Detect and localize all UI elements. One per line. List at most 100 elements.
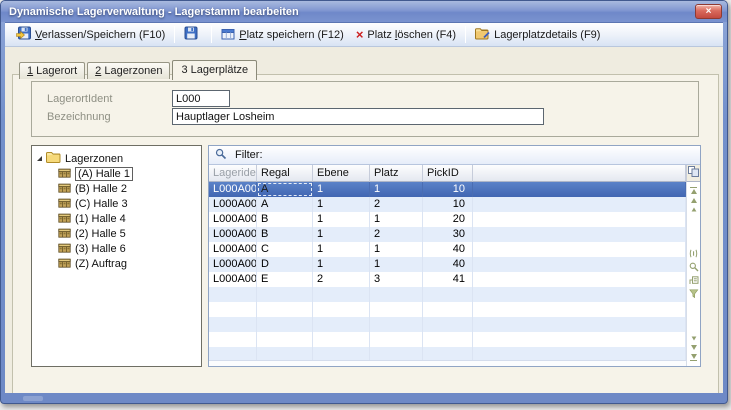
grid-filter-bar[interactable]: Filter:	[209, 146, 700, 165]
grid-cell[interactable]: 1	[313, 257, 370, 272]
column-header-ebene[interactable]: Ebene	[313, 165, 370, 182]
grid-cell[interactable]: A	[257, 197, 313, 212]
tree-item[interactable]: (3) Halle 6	[58, 241, 201, 256]
column-chooser-button[interactable]	[686, 165, 700, 182]
grid-cell	[209, 332, 257, 347]
first-record-icon[interactable]	[690, 186, 697, 194]
tab-lagerzonen[interactable]: 2 Lagerzonen	[87, 62, 170, 79]
resize-grip[interactable]	[23, 396, 43, 401]
toolbar-separator	[465, 26, 466, 43]
grid-cell[interactable]: 10	[423, 182, 473, 197]
grid-cell[interactable]: B	[257, 227, 313, 242]
grid-cell-filler	[473, 317, 686, 332]
tree-root-label: Lagerzonen	[65, 153, 123, 165]
tree-item[interactable]: (2) Halle 5	[58, 226, 201, 241]
grid-cell[interactable]: 2	[370, 227, 423, 242]
grid-cell[interactable]: 1	[313, 227, 370, 242]
tree-item-label: (1) Halle 4	[75, 213, 126, 225]
grid-cell[interactable]: 2	[370, 197, 423, 212]
grid-cell[interactable]: 1	[313, 242, 370, 257]
grid-row[interactable]: L000A001A1110	[209, 182, 686, 197]
grid-cell[interactable]: 1	[370, 212, 423, 227]
search-record-icon[interactable]	[689, 262, 699, 272]
grid-cell[interactable]: L000A006	[209, 257, 257, 272]
tab-lagerort[interactable]: 1 Lagerort	[19, 62, 85, 79]
grid-cell[interactable]: 41	[423, 272, 473, 287]
bookmark-icon[interactable]	[689, 276, 699, 285]
grid-cell[interactable]: E	[257, 272, 313, 287]
bezeichnung-field[interactable]	[172, 108, 544, 125]
next-page-icon[interactable]	[691, 345, 697, 350]
grid-cell[interactable]: 1	[370, 242, 423, 257]
grid-row[interactable]: L000A006D1140	[209, 257, 686, 272]
grid-cell[interactable]: B	[257, 212, 313, 227]
place-save-button[interactable]: Platz speichern (F12)	[215, 25, 350, 45]
tree-item[interactable]: (B) Halle 2	[58, 181, 201, 196]
column-header-platz[interactable]: Platz	[370, 165, 423, 182]
grid-cell[interactable]: D	[257, 257, 313, 272]
grid-cell[interactable]: L000A001	[209, 182, 257, 197]
filter-icon[interactable]	[689, 289, 699, 299]
next-record-icon[interactable]	[691, 336, 697, 341]
column-header-pickid[interactable]: PickID	[423, 165, 473, 182]
place-details-button[interactable]: Lagerplatzdetails (F9)	[469, 25, 606, 45]
grid-cell[interactable]: 1	[313, 182, 370, 197]
grid-cell[interactable]: 1	[370, 257, 423, 272]
column-header-filler	[473, 165, 686, 182]
exit-save-icon	[16, 26, 31, 43]
place-delete-button[interactable]: × Platz löschen (F4)	[350, 27, 462, 43]
grid-cell[interactable]: 1	[370, 182, 423, 197]
grid-cell[interactable]: C	[257, 242, 313, 257]
tab-lagerplaetze[interactable]: 3 Lagerplätze	[172, 60, 257, 80]
insert-record-icon[interactable]	[689, 249, 698, 258]
horizontal-scrollbar[interactable]	[209, 360, 686, 366]
grid-cell[interactable]: A	[257, 182, 313, 197]
grid-cell[interactable]: 3	[370, 272, 423, 287]
window-title: Dynamische Lagerverwaltung - Lagerstamm …	[9, 6, 299, 18]
grid-cell[interactable]: 10	[423, 197, 473, 212]
tree-item-label: (C) Halle 3	[75, 198, 128, 210]
save-button[interactable]	[178, 24, 208, 45]
tree-item[interactable]: (C) Halle 3	[58, 196, 201, 211]
column-header-lagerident[interactable]: Lagerident	[209, 165, 257, 182]
grid-cell	[257, 317, 313, 332]
grid-cell[interactable]: L000A007	[209, 272, 257, 287]
tree-expander-icon[interactable]	[37, 156, 42, 161]
grid-cell-filler	[473, 197, 686, 212]
grid-cell	[423, 347, 473, 360]
grid-cell	[257, 347, 313, 360]
tree-item-label: (Z) Auftrag	[75, 258, 127, 270]
grid-row[interactable]: L000A003B1120	[209, 212, 686, 227]
tree-item[interactable]: (A) Halle 1	[58, 166, 201, 181]
lagerort-ident-field[interactable]	[172, 90, 230, 107]
grid-cell[interactable]: 1	[313, 197, 370, 212]
grid-cell[interactable]: 40	[423, 257, 473, 272]
grid-cell	[209, 317, 257, 332]
grid-cell[interactable]: 1	[313, 212, 370, 227]
lagerzonen-tree[interactable]: Lagerzonen (A) Halle 1(B) Halle 2 (C) Hal…	[31, 145, 202, 367]
grid-row[interactable]: L000A004B1230	[209, 227, 686, 242]
grid-cell[interactable]: L000A002	[209, 197, 257, 212]
column-header-regal[interactable]: Regal	[257, 165, 313, 182]
grid-row[interactable]: L000A007E2341	[209, 272, 686, 287]
last-record-icon[interactable]	[690, 354, 697, 362]
grid-empty-row	[209, 317, 686, 332]
grid-cell[interactable]: L000A005	[209, 242, 257, 257]
grid-cell[interactable]: 20	[423, 212, 473, 227]
prev-record-icon[interactable]	[691, 207, 697, 212]
close-button[interactable]: ×	[695, 4, 722, 19]
grid-cell[interactable]: L000A003	[209, 212, 257, 227]
grid-cell[interactable]: 40	[423, 242, 473, 257]
grid-cell	[209, 287, 257, 302]
grid-row[interactable]: L000A005C1140	[209, 242, 686, 257]
filter-label: Filter:	[235, 149, 263, 161]
grid-row[interactable]: L000A002A1210	[209, 197, 686, 212]
grid-cell[interactable]: L000A004	[209, 227, 257, 242]
tree-item[interactable]: (Z) Auftrag	[58, 256, 201, 271]
grid-cell	[370, 332, 423, 347]
grid-cell[interactable]: 2	[313, 272, 370, 287]
tree-item[interactable]: (1) Halle 4	[58, 211, 201, 226]
grid-cell[interactable]: 30	[423, 227, 473, 242]
exit-save-button[interactable]: Verlassen/Speichern (F10)	[10, 24, 171, 45]
prev-page-icon[interactable]	[691, 198, 697, 203]
